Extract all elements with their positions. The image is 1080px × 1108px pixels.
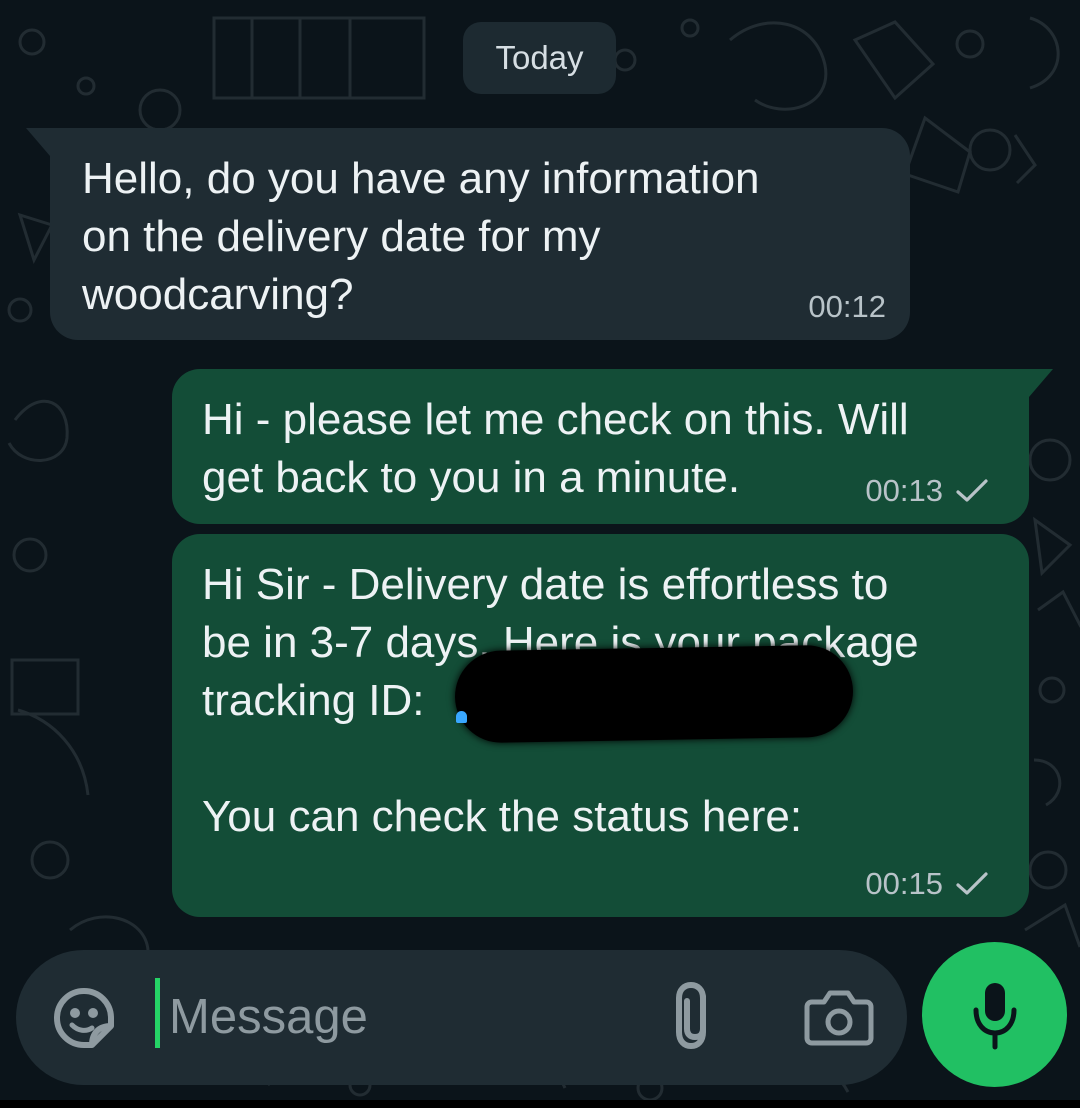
message-meta: 00:15	[865, 868, 989, 899]
chat-screen: Today Hello, do you have any information…	[0, 0, 1080, 1108]
message-text: Hello, do you have any information on th…	[82, 154, 760, 319]
microphone-icon	[973, 983, 1017, 1050]
message-input[interactable]	[169, 970, 649, 1064]
screen-bottom-edge	[0, 1100, 1080, 1108]
date-separator: Today	[463, 22, 616, 94]
message-time: 00:13	[865, 473, 943, 508]
message-composer[interactable]	[16, 950, 907, 1085]
redaction-mark	[454, 644, 854, 744]
outgoing-message-bubble[interactable]: Hi - please let me check on this. Will g…	[172, 369, 1053, 524]
single-check-icon	[956, 871, 988, 895]
voice-message-button[interactable]	[922, 942, 1067, 1087]
tracking-link-fragment	[456, 711, 467, 723]
single-check-icon	[956, 478, 988, 502]
text-cursor	[155, 978, 160, 1048]
message-time: 00:15	[865, 866, 943, 901]
camera-icon[interactable]	[804, 988, 874, 1046]
sticker-emoji-icon[interactable]	[52, 986, 116, 1050]
incoming-message-bubble[interactable]: Hello, do you have any information on th…	[26, 128, 910, 340]
message-meta: 00:13	[865, 475, 989, 506]
message-meta: 00:12	[808, 291, 886, 322]
paperclip-icon[interactable]	[670, 980, 720, 1054]
message-time: 00:12	[808, 289, 886, 324]
